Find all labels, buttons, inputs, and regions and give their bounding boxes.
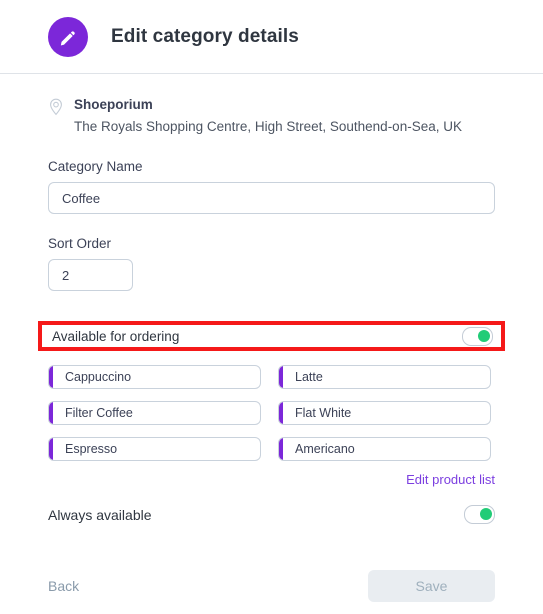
always-available-row[interactable]: Always available (48, 505, 495, 524)
map-pin-icon (48, 98, 64, 116)
location-text: Shoeporium The Royals Shopping Centre, H… (74, 96, 462, 137)
product-chip-label: Latte (295, 370, 323, 384)
product-chip-label: Cappuccino (65, 370, 132, 384)
toggle-knob (480, 508, 492, 520)
product-chip[interactable]: Flat White (278, 401, 491, 425)
category-name-field: Category Name (48, 159, 495, 214)
sort-order-field: Sort Order (48, 236, 495, 291)
product-chip[interactable]: Americano (278, 437, 491, 461)
edit-product-list-row: Edit product list (48, 471, 495, 489)
category-name-input[interactable] (48, 182, 495, 214)
product-chip[interactable]: Filter Coffee (48, 401, 261, 425)
edit-product-list-link[interactable]: Edit product list (406, 472, 495, 487)
product-list: Cappuccino Latte Filter Coffee Flat Whit… (48, 365, 495, 461)
toggle-knob (478, 329, 490, 342)
product-chip-label: Espresso (65, 442, 118, 456)
available-for-ordering-row[interactable]: Available for ordering (38, 321, 505, 351)
product-chip-label: Flat White (295, 406, 352, 420)
pencil-edit-icon (48, 16, 88, 57)
location-block: Shoeporium The Royals Shopping Centre, H… (48, 96, 495, 137)
page-header: Edit category details (0, 0, 543, 74)
product-chip-label: Americano (295, 442, 355, 456)
available-for-ordering-toggle[interactable] (462, 326, 493, 346)
save-button[interactable]: Save (368, 570, 495, 602)
product-chip[interactable]: Cappuccino (48, 365, 261, 389)
category-name-label: Category Name (48, 159, 143, 174)
available-for-ordering-label: Available for ordering (52, 328, 180, 344)
form-content: Shoeporium The Royals Shopping Centre, H… (0, 74, 543, 524)
sort-order-input[interactable] (48, 259, 133, 291)
location-address: The Royals Shopping Centre, High Street,… (74, 119, 462, 134)
sort-order-label: Sort Order (48, 236, 112, 251)
back-button[interactable]: Back (48, 578, 79, 594)
product-chip-label: Filter Coffee (65, 406, 133, 420)
location-name: Shoeporium (74, 97, 153, 112)
footer-actions: Back Save (0, 558, 543, 614)
page-title: Edit category details (111, 25, 299, 47)
product-chip[interactable]: Latte (278, 365, 491, 389)
always-available-label: Always available (48, 506, 152, 523)
product-chip[interactable]: Espresso (48, 437, 261, 461)
always-available-toggle[interactable] (464, 505, 495, 524)
